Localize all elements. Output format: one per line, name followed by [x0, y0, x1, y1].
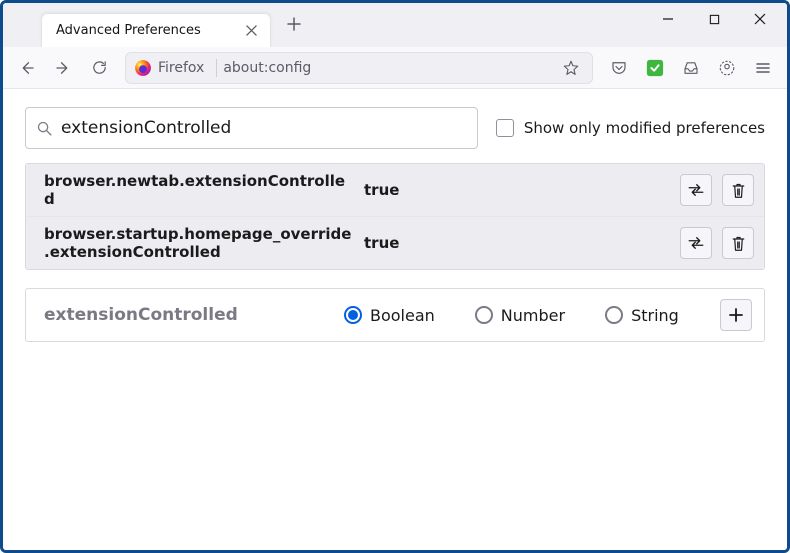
account-button[interactable] — [711, 52, 743, 84]
maximize-button[interactable] — [691, 3, 737, 35]
radio-label: String — [631, 306, 679, 325]
new-pref-name: extensionControlled — [44, 305, 344, 325]
pref-value: true — [364, 234, 680, 252]
browser-tab[interactable]: Advanced Preferences — [41, 13, 271, 47]
radio-number[interactable]: Number — [475, 306, 565, 325]
trash-icon — [731, 235, 746, 252]
plus-icon — [287, 17, 301, 31]
window-controls — [645, 3, 783, 47]
firefox-window: Advanced Preferences — [0, 0, 790, 553]
radio-icon — [475, 306, 493, 324]
pref-search-input[interactable] — [61, 118, 467, 138]
toggle-button[interactable] — [680, 174, 712, 206]
radio-icon — [605, 306, 623, 324]
extension-icon — [646, 59, 664, 77]
arrow-right-icon — [54, 59, 72, 77]
inbox-button[interactable] — [675, 52, 707, 84]
pocket-button[interactable] — [603, 52, 635, 84]
radio-string[interactable]: String — [605, 306, 679, 325]
bookmark-star-button[interactable] — [558, 55, 584, 81]
pref-table: browser.newtab.extensionControlled true … — [25, 163, 765, 270]
titlebar: Advanced Preferences — [3, 3, 787, 47]
radio-icon — [344, 306, 362, 324]
new-pref-type-group: Boolean Number String — [344, 306, 720, 325]
firefox-logo-icon — [134, 59, 152, 77]
delete-button[interactable] — [722, 174, 754, 206]
pref-row[interactable]: browser.newtab.extensionControlled true — [26, 164, 764, 216]
inbox-icon — [682, 59, 700, 77]
plus-icon — [728, 307, 744, 323]
maximize-icon — [709, 14, 720, 25]
arrow-left-icon — [18, 59, 36, 77]
pref-search-box[interactable] — [25, 107, 478, 149]
toggle-button[interactable] — [680, 227, 712, 259]
hamburger-icon — [755, 60, 771, 76]
show-only-modified-toggle[interactable]: Show only modified preferences — [496, 119, 765, 137]
close-window-button[interactable] — [737, 3, 783, 35]
search-row: Show only modified preferences — [25, 107, 765, 149]
show-only-modified-label: Show only modified preferences — [524, 119, 765, 137]
checkbox-icon — [496, 119, 514, 137]
radio-label: Number — [501, 306, 565, 325]
app-menu-button[interactable] — [747, 52, 779, 84]
minimize-icon — [662, 13, 674, 25]
close-tab-button[interactable] — [242, 22, 260, 40]
reload-icon — [91, 59, 108, 76]
reload-button[interactable] — [83, 52, 115, 84]
pref-name: browser.newtab.extensionControlled — [44, 172, 364, 208]
add-pref-button[interactable] — [720, 299, 752, 331]
close-icon — [754, 13, 766, 25]
identity-box[interactable]: Firefox — [134, 59, 214, 77]
close-icon — [246, 25, 257, 36]
toggle-icon — [687, 183, 705, 197]
identity-separator — [216, 59, 217, 77]
nav-toolbar: Firefox about:config — [3, 47, 787, 89]
url-text[interactable]: about:config — [223, 60, 558, 76]
identity-label: Firefox — [158, 60, 204, 76]
pref-name: browser.startup.homepage_override.extens… — [44, 225, 364, 261]
trash-icon — [731, 182, 746, 199]
back-button[interactable] — [11, 52, 43, 84]
toggle-icon — [687, 236, 705, 250]
radio-label: Boolean — [370, 306, 435, 325]
pref-row[interactable]: browser.startup.homepage_override.extens… — [26, 216, 764, 269]
delete-button[interactable] — [722, 227, 754, 259]
forward-button[interactable] — [47, 52, 79, 84]
radio-boolean[interactable]: Boolean — [344, 306, 435, 325]
url-bar[interactable]: Firefox about:config — [125, 52, 593, 84]
new-pref-row: extensionControlled Boolean Number Strin… — [25, 288, 765, 342]
star-icon — [562, 59, 580, 77]
pref-value: true — [364, 181, 680, 199]
extension-button[interactable] — [639, 52, 671, 84]
account-icon — [718, 59, 736, 77]
minimize-button[interactable] — [645, 3, 691, 35]
about-config-page: Show only modified preferences browser.n… — [3, 89, 787, 550]
tab-title: Advanced Preferences — [56, 23, 234, 38]
pocket-icon — [610, 59, 628, 77]
new-tab-button[interactable] — [279, 9, 309, 39]
search-icon — [36, 120, 53, 137]
